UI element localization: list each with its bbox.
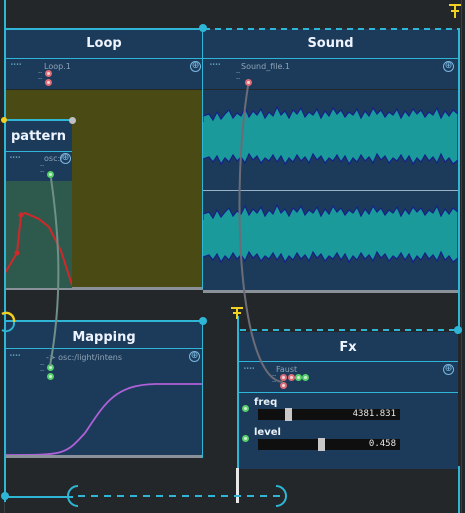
cable-sound-to-fx <box>238 85 284 383</box>
cable-pattern-to-mapping <box>49 177 60 367</box>
cables <box>49 85 284 383</box>
